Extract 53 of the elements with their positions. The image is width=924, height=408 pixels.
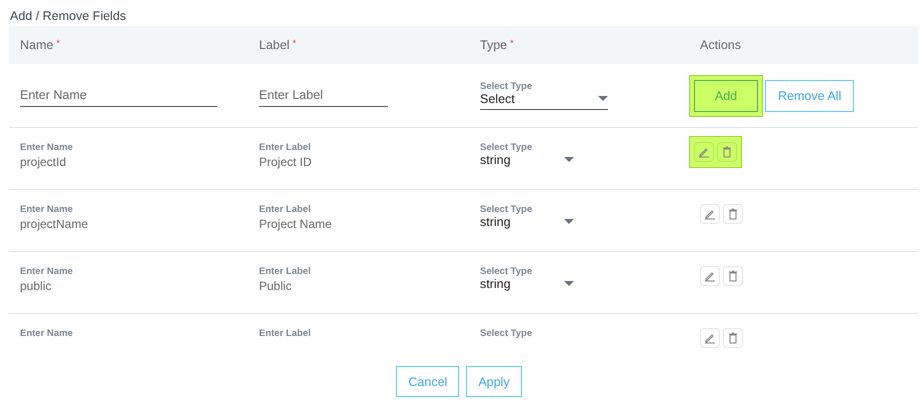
field-caption: Enter Label [259, 328, 312, 339]
name-value: projectId [20, 155, 68, 169]
delete-button[interactable] [723, 266, 743, 286]
trash-icon [728, 270, 738, 282]
type-select[interactable]: string [480, 215, 574, 232]
trash-icon [728, 332, 738, 344]
name-input[interactable]: Enter Name [20, 84, 217, 107]
field-caption: Enter Label [259, 266, 312, 277]
column-header: Label * [259, 38, 298, 52]
pencil-icon [698, 146, 710, 158]
field-caption: Select Type [480, 328, 534, 339]
field-caption: Select Type [480, 204, 534, 215]
trash-icon [722, 146, 732, 158]
type-select[interactable]: string [480, 153, 574, 170]
delete-button[interactable] [717, 142, 737, 162]
column-header: Type * [480, 38, 515, 52]
type-select[interactable]: string [480, 277, 574, 294]
required-mark: * [510, 38, 514, 48]
trash-icon [728, 208, 738, 220]
field-caption: Select Type [480, 142, 534, 153]
field-caption: Enter Name [20, 204, 74, 215]
delete-button[interactable] [723, 328, 743, 348]
section-title: Add / Remove Fields [9, 8, 128, 25]
edit-button[interactable] [700, 204, 720, 224]
dropdown-caret-icon[interactable] [598, 96, 608, 102]
field-caption: Enter Name [20, 142, 74, 153]
dropdown-caret-icon[interactable] [564, 281, 574, 287]
label-input[interactable]: Enter Label [259, 84, 388, 107]
pencil-icon [704, 332, 716, 344]
required-mark: * [56, 38, 60, 48]
field-caption: Enter Name [20, 266, 74, 277]
pencil-icon [704, 208, 716, 220]
column-header: Name * [20, 38, 61, 52]
label-value: Public [259, 279, 293, 293]
dropdown-caret-icon[interactable] [564, 219, 574, 225]
field-caption: Select Type [480, 81, 534, 92]
label-value: Project ID [259, 155, 313, 169]
pencil-icon [704, 270, 716, 282]
edit-button[interactable] [694, 142, 714, 162]
edit-button[interactable] [700, 328, 720, 348]
edit-button[interactable] [700, 266, 720, 286]
required-mark: * [292, 38, 296, 48]
name-value: projectName [20, 217, 90, 231]
field-caption: Select Type [480, 266, 534, 277]
field-caption: Enter Label [259, 142, 312, 153]
dropdown-caret-icon[interactable] [564, 157, 574, 163]
field-caption: Enter Label [259, 204, 312, 215]
field-caption: Enter Name [20, 328, 74, 339]
name-value: public [20, 279, 52, 293]
label-value: Project Name [259, 217, 333, 231]
type-select[interactable]: Select [480, 92, 608, 110]
delete-button[interactable] [723, 204, 743, 224]
column-header: Actions [700, 38, 742, 52]
